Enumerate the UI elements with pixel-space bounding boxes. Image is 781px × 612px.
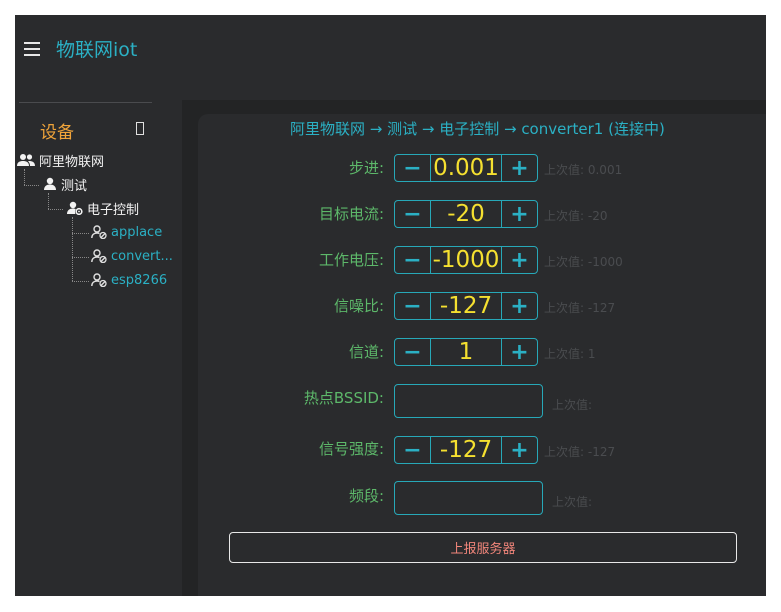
field-label-band: 频段: (348, 487, 384, 505)
device-offline-icon (91, 249, 107, 263)
app-window: 物联网iot 设备 阿里物联网 测试 电子控制 applace convert.… (15, 15, 766, 596)
tree-line (48, 209, 63, 210)
snr-stepper: − -127 + (394, 292, 538, 320)
last-value: 上次值: -1000 (544, 255, 623, 269)
device-offline-icon (91, 273, 107, 287)
tree-label: 测试 (61, 178, 88, 194)
tree-node-group[interactable]: 测试 (43, 175, 88, 194)
last-value: 上次值: 1 (544, 347, 596, 361)
working-voltage-stepper: − -1000 + (394, 246, 538, 274)
decrement-button[interactable]: − (395, 201, 430, 227)
tree-line (24, 169, 25, 185)
decrement-button[interactable]: − (395, 247, 430, 273)
signal-strength-stepper: − -127 + (394, 436, 538, 464)
tree-node-root[interactable]: 阿里物联网 (17, 151, 105, 170)
decrement-button[interactable]: − (395, 339, 430, 365)
last-value: 上次值: -127 (544, 445, 616, 459)
user-icon (44, 177, 56, 190)
app-title: 物联网iot (56, 39, 138, 61)
stepper-value[interactable]: 0.001 (430, 155, 502, 181)
tree-line (72, 217, 73, 281)
menu-icon[interactable] (24, 42, 42, 56)
user-cog-icon (67, 201, 83, 215)
step-stepper: − 0.001 + (394, 154, 538, 182)
increment-button[interactable]: + (502, 293, 537, 319)
decrement-button[interactable]: − (395, 293, 430, 319)
tree-line (72, 233, 89, 234)
report-server-button[interactable]: 上报服务器 (229, 532, 737, 563)
stepper-value[interactable]: -20 (430, 201, 502, 227)
field-label-signal-strength: 信号强度: (318, 440, 384, 458)
last-value: 上次值: (552, 495, 593, 509)
target-current-stepper: − -20 + (394, 200, 538, 228)
tree-line (48, 193, 49, 209)
field-label-bssid: 热点BSSID: (303, 389, 384, 407)
sidebar-title: 设备 (40, 123, 74, 143)
increment-button[interactable]: + (502, 155, 537, 181)
users-icon (17, 154, 35, 166)
field-label-working-voltage: 工作电压: (318, 251, 384, 269)
sidebar-collapse-icon[interactable] (136, 122, 144, 135)
tree-node-subgroup[interactable]: 电子控制 (67, 199, 140, 218)
tree-label: esp8266 (111, 272, 168, 288)
stepper-value[interactable]: -127 (430, 293, 502, 319)
stepper-value[interactable]: -127 (430, 437, 502, 463)
decrement-button[interactable]: − (395, 155, 430, 181)
increment-button[interactable]: + (502, 201, 537, 227)
breadcrumb: 阿里物联网 → 测试 → 电子控制 → converter1 (连接中) (290, 120, 665, 138)
bssid-input[interactable] (394, 384, 543, 418)
increment-button[interactable]: + (502, 339, 537, 365)
decrement-button[interactable]: − (395, 437, 430, 463)
tree-label: applace (111, 224, 163, 240)
field-label-step: 步进: (348, 159, 384, 177)
last-value: 上次值: (552, 398, 593, 412)
tree-line (72, 281, 89, 282)
tree-label: 电子控制 (87, 202, 140, 218)
increment-button[interactable]: + (502, 247, 537, 273)
increment-button[interactable]: + (502, 437, 537, 463)
tree-device-converter[interactable]: convert... (91, 247, 173, 265)
tree-device-applace[interactable]: applace (91, 223, 162, 241)
tree-device-esp8266[interactable]: esp8266 (91, 271, 167, 289)
field-label-target-current: 目标电流: (318, 205, 384, 223)
stepper-value[interactable]: -1000 (430, 247, 502, 273)
device-offline-icon (91, 225, 107, 239)
last-value: 上次值: -20 (544, 209, 608, 223)
tree-line (24, 185, 39, 186)
tree-label: convert... (111, 248, 173, 264)
sidebar-divider (19, 102, 152, 103)
channel-stepper: − 1 + (394, 338, 538, 366)
tree-line (72, 257, 89, 258)
field-label-snr: 信噪比: (333, 297, 384, 315)
tree-label: 阿里物联网 (39, 154, 105, 170)
band-input[interactable] (394, 481, 543, 515)
stepper-value[interactable]: 1 (430, 339, 502, 365)
last-value: 上次值: 0.001 (544, 163, 623, 177)
last-value: 上次值: -127 (544, 301, 616, 315)
field-label-channel: 信道: (348, 343, 384, 361)
